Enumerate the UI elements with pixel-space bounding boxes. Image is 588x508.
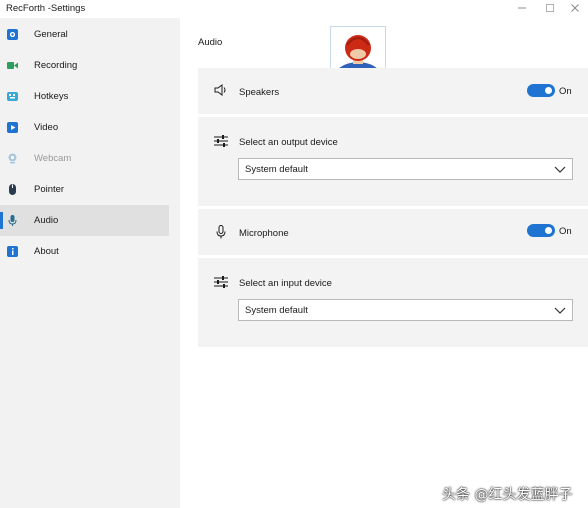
microphone-toggle-state: On <box>559 226 572 237</box>
microphone-toggle[interactable] <box>527 224 555 237</box>
microphone-icon <box>214 225 228 242</box>
sliders-icon <box>214 135 228 150</box>
minimize-button[interactable] <box>509 1 535 17</box>
chevron-down-icon <box>554 305 566 318</box>
sidebar-item-label: Pointer <box>34 184 65 195</box>
minimize-icon <box>517 3 527 16</box>
input-device-card: Select an input device System default <box>198 258 588 347</box>
sidebar-item-webcam[interactable]: Webcam <box>0 143 169 174</box>
speakers-card: Speakers On <box>198 68 588 114</box>
output-device-card: Select an output device System default <box>198 117 588 206</box>
input-device-value: System default <box>245 305 308 316</box>
speakers-toggle-state: On <box>559 86 572 97</box>
title-bar: RecForth -Settings <box>0 0 588 18</box>
camera-icon <box>7 29 18 40</box>
maximize-icon <box>545 3 555 16</box>
sidebar-item-video[interactable]: Video <box>0 112 169 143</box>
sidebar-item-label: General <box>34 29 68 40</box>
close-button[interactable] <box>562 1 588 17</box>
video-icon <box>7 122 18 133</box>
sidebar-item-label: Hotkeys <box>34 91 69 102</box>
microphone-card: Microphone On <box>198 209 588 255</box>
pointer-icon <box>7 184 18 195</box>
input-device-label: Select an input device <box>239 278 332 289</box>
output-device-value: System default <box>245 164 308 175</box>
sidebar-item-label: About <box>34 246 59 257</box>
microphone-icon <box>7 215 18 226</box>
active-indicator <box>0 212 3 229</box>
speakers-label: Speakers <box>239 87 280 98</box>
maximize-button[interactable] <box>537 1 563 17</box>
speakers-toggle[interactable] <box>527 84 555 97</box>
webcam-icon <box>7 153 18 164</box>
sidebar-item-label: Video <box>34 122 59 133</box>
video-camera-icon <box>7 60 18 71</box>
sidebar-item-pointer[interactable]: Pointer <box>0 174 169 205</box>
chevron-down-icon <box>554 164 566 177</box>
sliders-icon <box>214 276 228 291</box>
watermark: 头条 @红头发蓝胖子 <box>442 487 573 503</box>
sidebar-item-label: Audio <box>34 215 59 226</box>
page-title: Audio <box>198 37 223 48</box>
keyboard-icon <box>7 91 18 102</box>
sidebar-item-about[interactable]: About <box>0 236 169 267</box>
sidebar: General Recording Hotkeys Video Webcam P… <box>0 18 180 508</box>
output-device-select[interactable]: System default <box>238 158 573 180</box>
toggle-knob <box>545 227 552 234</box>
sidebar-item-recording[interactable]: Recording <box>0 50 169 81</box>
output-device-label: Select an output device <box>239 137 338 148</box>
sidebar-item-label: Recording <box>34 60 78 71</box>
close-icon <box>570 3 580 16</box>
sidebar-item-label: Webcam <box>34 153 72 164</box>
toggle-knob <box>545 87 552 94</box>
microphone-label: Microphone <box>239 228 289 239</box>
sidebar-item-hotkeys[interactable]: Hotkeys <box>0 81 169 112</box>
sidebar-item-audio[interactable]: Audio <box>0 205 169 236</box>
sidebar-item-general[interactable]: General <box>0 19 169 50</box>
info-icon <box>7 246 18 257</box>
input-device-select[interactable]: System default <box>238 299 573 321</box>
speaker-icon <box>214 84 228 99</box>
window-title: RecForth -Settings <box>6 3 86 14</box>
